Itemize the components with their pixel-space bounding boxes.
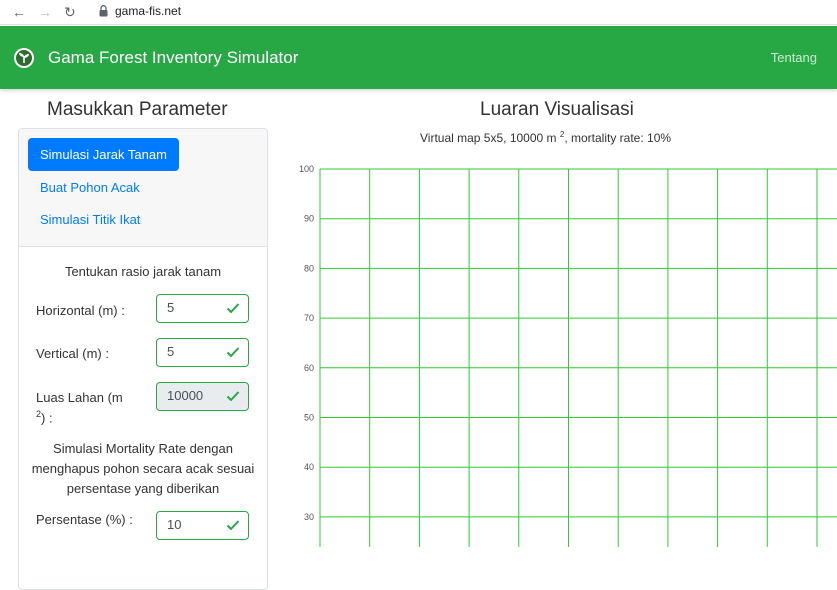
check-icon <box>226 303 240 314</box>
map-subtitle: Virtual map 5x5, 10000 m 2, mortality ra… <box>420 130 671 145</box>
simulation-tabs: Simulasi Jarak Tanam Buat Pohon Acak Sim… <box>19 129 267 247</box>
horizontal-input-box[interactable] <box>156 294 249 323</box>
mortality-description: Simulasi Mortality Rate dengan menghapus… <box>31 441 255 496</box>
plant-logo-icon <box>14 48 34 68</box>
virtual-map-grid: 100 90 80 70 60 50 40 30 <box>299 164 837 547</box>
persentase-label: Persentase (%) : <box>36 512 133 527</box>
reload-icon[interactable]: ↻ <box>64 3 76 21</box>
map-subtitle-suffix: , mortality rate: 10% <box>564 131 672 145</box>
app-title[interactable]: Gama Forest Inventory Simulator <box>48 48 298 68</box>
persentase-input-box[interactable] <box>156 511 249 540</box>
tab-buat-pohon-acak[interactable]: Buat Pohon Acak <box>28 171 152 204</box>
luas-lahan-label: Luas Lahan (m 2) : <box>36 390 146 426</box>
spacing-subtitle: Tentukan rasio jarak tanam <box>64 264 222 279</box>
luas-lahan-input-box[interactable] <box>156 382 249 411</box>
browser-toolbar: ← → ↻ gama-fis.net <box>0 0 837 25</box>
persentase-input[interactable] <box>167 517 222 532</box>
y-tick-label: 30 <box>304 512 314 522</box>
tab-simulasi-titik-ikat[interactable]: Simulasi Titik Ikat <box>28 203 152 236</box>
luas-lahan-label-suffix: ) : <box>41 410 53 426</box>
horizontal-label: Horizontal (m) : <box>36 303 125 318</box>
lock-icon <box>99 5 108 17</box>
check-icon <box>226 520 240 531</box>
vertical-input[interactable] <box>167 344 222 359</box>
check-icon <box>226 391 240 402</box>
y-tick-label: 70 <box>304 313 314 323</box>
vertical-label: Vertical (m) : <box>36 346 109 361</box>
visualization-heading: Luaran Visualisasi <box>480 99 634 120</box>
y-tick-label: 100 <box>299 164 314 174</box>
vertical-input-box[interactable] <box>156 338 249 367</box>
map-subtitle-text: Virtual map 5x5, 10000 m <box>420 131 557 145</box>
luas-lahan-label-text: Luas Lahan (m <box>36 390 123 405</box>
y-tick-label: 40 <box>304 462 314 472</box>
check-icon <box>226 347 240 358</box>
parameter-card: Simulasi Jarak Tanam Buat Pohon Acak Sim… <box>18 128 268 590</box>
y-tick-label: 90 <box>304 214 314 224</box>
nav-link-tentang[interactable]: Tentang <box>771 50 817 65</box>
tab-simulasi-jarak-tanam[interactable]: Simulasi Jarak Tanam <box>28 138 179 171</box>
forward-arrow-icon[interactable]: → <box>38 3 52 21</box>
y-tick-label: 80 <box>304 263 314 273</box>
y-tick-label: 60 <box>304 363 314 373</box>
back-arrow-icon[interactable]: ← <box>12 3 26 21</box>
y-tick-label: 50 <box>304 413 314 423</box>
address-bar-url[interactable]: gama-fis.net <box>115 4 181 18</box>
parameter-heading: Masukkan Parameter <box>47 99 228 120</box>
luas-lahan-input[interactable] <box>167 388 222 403</box>
horizontal-input[interactable] <box>167 300 222 315</box>
